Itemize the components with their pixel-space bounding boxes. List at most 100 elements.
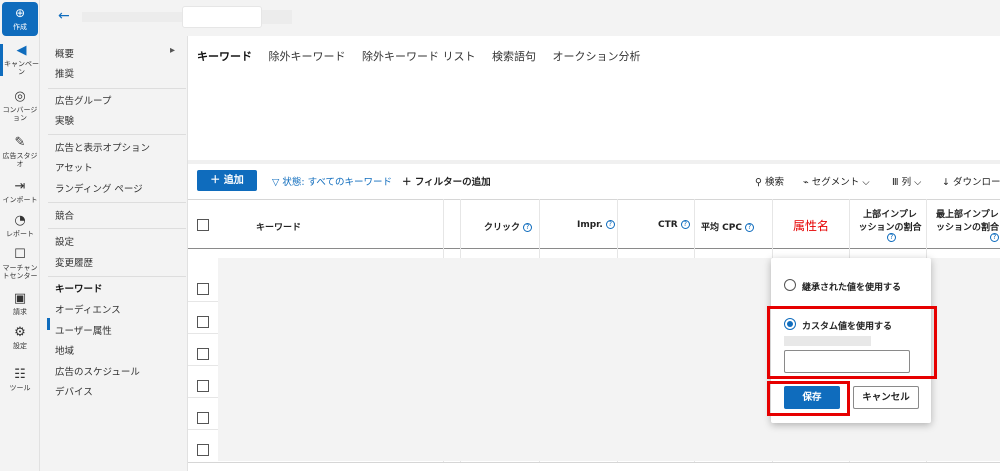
tab-negative-keyword-lists[interactable]: 除外キーワード リスト xyxy=(362,50,476,63)
row-checkbox[interactable] xyxy=(197,283,209,295)
redacted-breadcrumb xyxy=(82,12,182,22)
active-nav-marker xyxy=(47,318,50,330)
nav-settings[interactable]: 設定 xyxy=(55,234,74,248)
rail-item-reports[interactable]: ◔ レポート xyxy=(0,214,40,239)
nav-locations[interactable]: 地域 xyxy=(55,343,74,357)
columns-icon: Ⅲ xyxy=(892,177,899,188)
plus-icon: ＋ xyxy=(402,177,412,188)
import-icon: ⇥ xyxy=(14,179,26,194)
tab-search-terms[interactable]: 検索語句 xyxy=(492,50,536,63)
help-icon[interactable]: ? xyxy=(887,233,896,242)
nav-keywords[interactable]: キーワード xyxy=(55,281,103,295)
nav-overview[interactable]: 概要 xyxy=(55,46,74,60)
segment-icon: ⌁ xyxy=(803,177,809,188)
row-checkbox[interactable] xyxy=(197,444,209,456)
gear-icon: ⚙ xyxy=(14,325,26,340)
merchant-icon: ☐ xyxy=(14,247,26,262)
billing-icon: ▣ xyxy=(13,291,27,306)
plus-circle-icon: ⊕ xyxy=(14,6,26,20)
nav-ad-groups[interactable]: 広告グループ xyxy=(55,93,111,107)
segment-button[interactable]: ⌁ セグメント ⌵ xyxy=(803,174,870,188)
row-divider xyxy=(188,301,218,302)
nav-ad-schedule[interactable]: 広告のスケジュール xyxy=(55,364,140,378)
nav-landing-pages[interactable]: ランディング ページ xyxy=(55,181,143,195)
help-icon[interactable]: ? xyxy=(680,220,690,229)
header-keyword[interactable]: キーワード xyxy=(256,220,301,233)
tab-negative-keywords[interactable]: 除外キーワード xyxy=(269,50,346,63)
nav-divider xyxy=(48,88,186,89)
header-clicks[interactable]: クリック? xyxy=(484,220,533,233)
nav-divider xyxy=(48,202,186,203)
header-top-impression-share[interactable]: 上部インプレ ッションの割合? xyxy=(858,207,922,243)
nav-audiences[interactable]: オーディエンス xyxy=(55,302,121,316)
target-icon: ◎ xyxy=(14,89,26,104)
create-button[interactable]: ⊕ 作成 xyxy=(2,2,38,36)
nav-ads-extensions[interactable]: 広告と表示オプション xyxy=(55,140,150,154)
row-checkbox[interactable] xyxy=(197,380,209,392)
tools-icon: ☷ xyxy=(14,367,26,382)
add-filter-button[interactable]: ＋ フィルターの追加 xyxy=(402,174,491,188)
cancel-button[interactable]: キャンセル xyxy=(853,386,919,409)
nav-divider xyxy=(48,228,186,229)
collapse-panel-icon[interactable]: ▸ xyxy=(170,45,175,56)
nav-assets[interactable]: アセット xyxy=(55,160,93,174)
rail-item-import[interactable]: ⇥ インポート xyxy=(0,179,40,205)
filter-icon: ▽ xyxy=(272,177,280,188)
search-button[interactable]: ⚲ 検索 xyxy=(755,174,784,188)
megaphone-icon: ◀ xyxy=(16,43,27,58)
tab-keywords[interactable]: キーワード xyxy=(197,50,252,63)
nav-devices[interactable]: デバイス xyxy=(55,384,93,398)
rail-item-merchant-center[interactable]: ☐ マーチャントセンター xyxy=(0,247,40,281)
add-button[interactable]: ＋ 追加 xyxy=(197,170,257,191)
search-icon: ⚲ xyxy=(755,177,762,188)
nav-competition[interactable]: 競合 xyxy=(55,208,74,222)
row-checkbox[interactable] xyxy=(197,412,209,424)
nav-divider xyxy=(48,134,186,135)
row-divider xyxy=(188,365,218,366)
back-arrow-icon[interactable]: ← xyxy=(58,8,70,24)
row-divider xyxy=(188,333,218,334)
rail-item-ad-studio[interactable]: ✎ 広告スタジオ xyxy=(0,135,40,169)
chevron-down-icon: ⌵ xyxy=(862,177,870,188)
chevron-down-icon: ⌵ xyxy=(914,177,922,188)
row-divider xyxy=(188,397,218,398)
help-icon[interactable]: ? xyxy=(990,233,999,242)
header-abs-top-impression-share[interactable]: 最上部インプレ ッションの割合? xyxy=(936,207,1000,243)
nav-recommendations[interactable]: 推奨 xyxy=(55,66,74,80)
download-button[interactable]: ↓ ダウンロー xyxy=(942,174,1000,188)
download-icon: ↓ xyxy=(942,177,950,188)
help-icon[interactable]: ? xyxy=(523,223,533,232)
rail-item-conversions[interactable]: ◎ コンバージョン xyxy=(0,89,40,123)
select-all-checkbox[interactable] xyxy=(197,219,209,231)
plus-icon: ＋ xyxy=(210,175,221,186)
inherit-value-label: 継承された値を使用する xyxy=(802,283,902,293)
columns-button[interactable]: Ⅲ 列 ⌵ xyxy=(892,174,921,188)
row-divider xyxy=(188,429,218,430)
header-ctr[interactable]: CTR? xyxy=(658,220,690,230)
nav-change-history[interactable]: 変更履歴 xyxy=(55,255,93,269)
redacted-text xyxy=(262,10,292,24)
header-impressions[interactable]: Impr.? xyxy=(577,220,615,230)
row-checkbox[interactable] xyxy=(197,316,209,328)
rail-item-billing[interactable]: ▣ 請求 xyxy=(0,291,40,317)
row-checkbox[interactable] xyxy=(197,348,209,360)
studio-icon: ✎ xyxy=(14,135,26,150)
campaign-nav: 概要 推奨 広告グループ 実験 広告と表示オプション アセット ランディング ペ… xyxy=(40,36,188,471)
icon-rail: ⊕ 作成 ◀ キャンペーン ◎ コンバージョン ✎ 広告スタジオ ⇥ インポート… xyxy=(0,0,40,471)
table-footer-row xyxy=(188,462,1000,471)
rail-item-tools[interactable]: ☷ ツール xyxy=(0,367,40,393)
tab-auction-insights[interactable]: オークション分析 xyxy=(553,50,641,63)
rail-item-campaigns[interactable]: ◀ キャンペーン xyxy=(0,44,40,76)
header-avg-cpc[interactable]: 平均 CPC? xyxy=(701,220,754,233)
redacted-account-selector[interactable] xyxy=(182,6,262,28)
status-filter[interactable]: ▽ 状態: すべてのキーワード xyxy=(272,174,392,188)
table-header: キーワード クリック? Impr.? CTR? 平均 CPC? 属性名 上部イン… xyxy=(188,199,1000,249)
inherit-value-radio[interactable] xyxy=(784,279,796,291)
header-attribute-name[interactable]: 属性名 xyxy=(793,217,829,234)
help-icon[interactable]: ? xyxy=(744,223,754,232)
rail-item-settings[interactable]: ⚙ 設定 xyxy=(0,325,40,351)
help-icon[interactable]: ? xyxy=(605,220,615,229)
nav-experiments[interactable]: 実験 xyxy=(55,113,74,127)
nav-demographics[interactable]: ユーザー属性 xyxy=(55,323,112,337)
custom-value-highlight xyxy=(767,306,937,379)
